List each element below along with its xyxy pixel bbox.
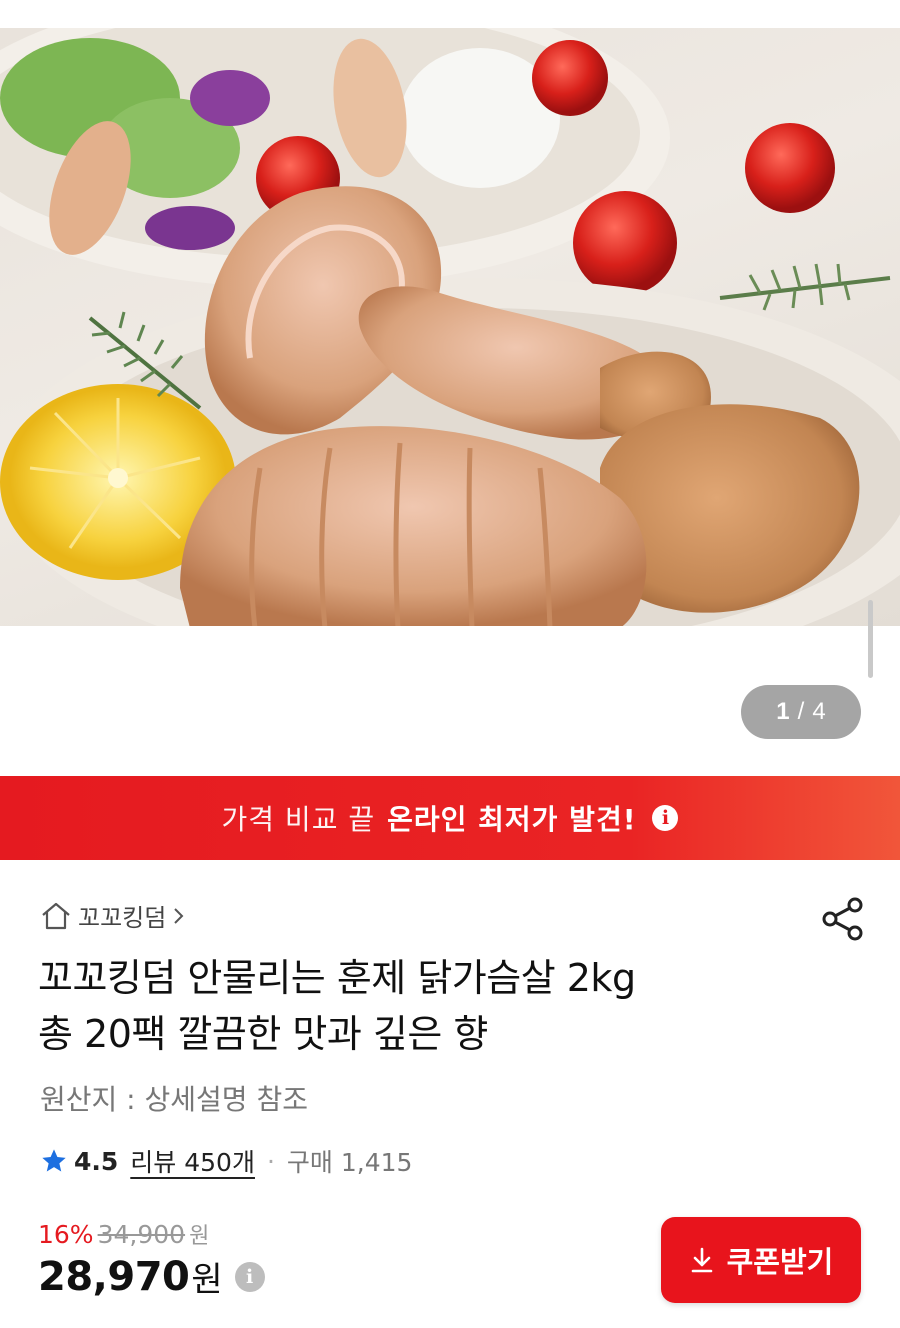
brand-store-link[interactable]: 꼬꼬킹덤 (40, 898, 186, 933)
download-icon (691, 1247, 712, 1273)
gallery-total-pages: 4 (812, 698, 826, 725)
product-image-gallery[interactable]: 1 / 4 (0, 0, 900, 776)
rating-score: 4.5 (74, 1146, 119, 1176)
home-icon (42, 902, 70, 929)
get-coupon-button[interactable]: 쿠폰받기 (661, 1217, 861, 1303)
gallery-separator: / (797, 698, 805, 725)
sale-price-line: 28,970 원 i (38, 1252, 265, 1301)
product-title: 꼬꼬킹덤 안물리는 훈제 닭가슴살 2kg 총 20팩 깔끔한 맛과 깊은 향 (38, 950, 858, 1062)
product-photo[interactable] (0, 28, 900, 626)
sale-price: 28,970 (38, 1253, 190, 1300)
chevron-right-icon (174, 907, 184, 924)
price-info-icon[interactable]: i (234, 1261, 265, 1292)
star-icon (42, 1149, 66, 1172)
brand-name: 꼬꼬킹덤 (78, 904, 167, 932)
origin-info: 원산지 : 상세설명 참조 (40, 1083, 308, 1116)
review-count-link[interactable]: 리뷰 450개 (130, 1143, 255, 1179)
product-title-line-2: 총 20팩 깔끔한 맛과 깊은 향 (38, 1012, 488, 1056)
get-coupon-label: 쿠폰받기 (726, 1245, 834, 1279)
share-icon[interactable] (820, 896, 866, 942)
purchase-count: 구매 1,415 (286, 1148, 413, 1177)
banner-strong-text: 온라인 최저가 발견! (387, 803, 637, 836)
info-icon[interactable]: i (652, 805, 679, 831)
gallery-page-counter: 1 / 4 (741, 685, 861, 739)
discount-rate: 16% (38, 1220, 94, 1249)
discount-line: 16% 34,900 원 (38, 1218, 265, 1250)
product-title-line-1: 꼬꼬킹덤 안물리는 훈제 닭가슴살 2kg (38, 956, 636, 1000)
gallery-current-page: 1 (776, 698, 790, 725)
price-block: 16% 34,900 원 28,970 원 i (38, 1218, 265, 1301)
rating-row: 4.5 리뷰 450개 · 구매 1,415 (40, 1143, 412, 1179)
original-price-unit: 원 (189, 1224, 210, 1249)
banner-plain-text: 가격 비교 끝 (221, 803, 376, 836)
gallery-scrollbar[interactable] (868, 600, 873, 678)
rating-separator: · (266, 1146, 275, 1176)
lowest-price-banner[interactable]: 가격 비교 끝 온라인 최저가 발견! i (0, 776, 900, 860)
product-photo-illustration (0, 28, 900, 626)
original-price: 34,900 (97, 1220, 186, 1249)
sale-price-unit: 원 (191, 1260, 223, 1300)
